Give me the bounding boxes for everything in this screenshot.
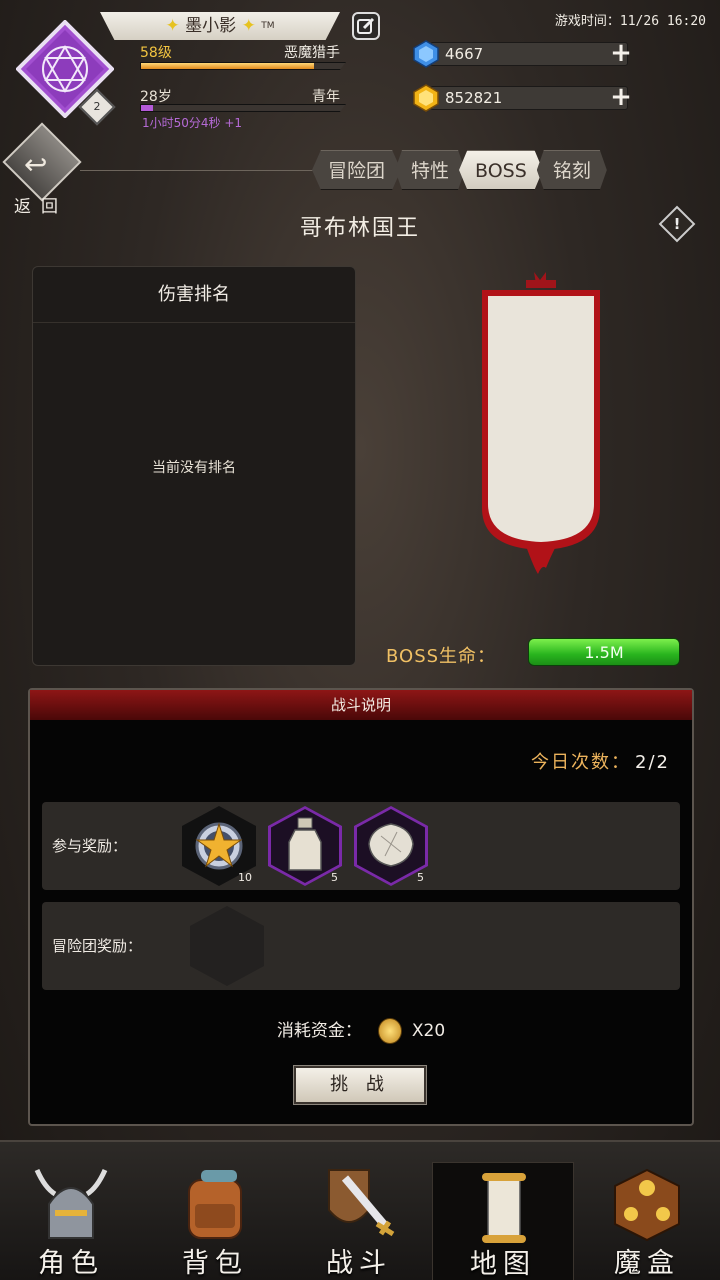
age-text: 28岁 (140, 89, 172, 105)
boss-name: 哥布林国王 (299, 216, 420, 241)
cost-row: 消耗资金： X20 (30, 1016, 692, 1044)
blue-gem-icon (413, 40, 439, 68)
exclamation-icon: ! (673, 215, 681, 233)
bottom-nav: 角色 背包 战斗 地图 魔盒 (0, 1140, 720, 1280)
participation-reward-row: 参与奖励： 10 5 5 (42, 802, 680, 890)
challenge-button[interactable]: 挑 战 (293, 1065, 427, 1105)
ranking-empty-text: 当前没有排名 (152, 460, 236, 476)
battle-panel: 战斗说明 今日次数： 2/2 参与奖励： 10 5 5 冒险团奖励： 消耗资金：… (28, 688, 694, 1126)
reward-item[interactable]: 5 (268, 806, 342, 886)
game-time: 游戏时间：11/26 16:20 (554, 14, 706, 29)
age-timer: 1小时50分4秒 +1 (142, 116, 243, 130)
pencil-icon (357, 17, 375, 34)
age-bar (140, 104, 346, 112)
tab-inscription[interactable]: 铭刻 (536, 150, 607, 190)
xp-bar (140, 62, 346, 70)
reward-item[interactable]: 5 (354, 806, 428, 886)
today-attempts: 今日次数： 2/2 (531, 748, 670, 774)
nav-backpack[interactable]: 背包 (144, 1160, 286, 1280)
participation-label: 参与奖励： (52, 837, 128, 855)
edit-name-button[interactable] (352, 12, 380, 40)
team-reward-label: 冒险团奖励： (52, 937, 143, 955)
reward-item[interactable]: 10 (182, 806, 256, 886)
nav-map[interactable]: 地图 (432, 1162, 574, 1280)
tab-bar: 冒险团 特性 BOSS 铭刻 (312, 150, 607, 190)
class-name: 恶魔猎手 (284, 45, 340, 61)
boss-banner-icon (482, 272, 600, 574)
age-stage: 青年 (312, 89, 340, 105)
player-name-plate: ✦ 墨小影 ✦ TM (100, 12, 340, 40)
nav-battle[interactable]: 战斗 (288, 1160, 430, 1280)
nav-magic-box-label: 魔盒 (614, 1248, 680, 1279)
nav-backpack-label: 背包 (182, 1248, 248, 1279)
cost-label: 消耗资金： (276, 1021, 362, 1041)
scroll-map-icon (482, 1173, 526, 1243)
add-gold-button[interactable]: + (610, 84, 632, 110)
potion-bottle-icon (288, 817, 322, 871)
today-value: 2/2 (635, 752, 670, 773)
helmet-icon (34, 1168, 108, 1239)
back-button[interactable]: ↩ 返回 (2, 122, 82, 217)
tab-divider (80, 170, 320, 171)
ranking-title: 伤害排名 (33, 267, 355, 323)
nav-map-label: 地图 (470, 1249, 536, 1280)
nav-battle-label: 战斗 (326, 1248, 392, 1279)
crystal-gem-icon (368, 823, 414, 867)
magic-box-icon (614, 1168, 680, 1242)
gold-gem-icon (413, 84, 439, 112)
empty-reward-slot (190, 906, 264, 986)
gold-count: 852821 (430, 86, 628, 110)
boss-life-label: BOSS生命： (386, 646, 497, 667)
sword-shield-icon (328, 1169, 395, 1237)
boss-life-bar: 1.5M (528, 638, 680, 666)
team-reward-row: 冒险团奖励： (42, 902, 680, 990)
backpack-icon (188, 1170, 242, 1239)
tab-adventure-team[interactable]: 冒险团 (312, 150, 402, 190)
today-label: 今日次数： (531, 752, 632, 773)
reward-count: 10 (238, 871, 252, 884)
star-medal-icon (195, 822, 243, 870)
add-gems-button[interactable]: + (610, 40, 632, 66)
reward-count: 5 (331, 871, 338, 884)
cost-value: X20 (411, 1021, 446, 1041)
gem-count: 4667 (430, 42, 628, 66)
trademark: TM (261, 21, 275, 31)
gem-resource: 4667 + (412, 40, 634, 68)
age-row: 28岁 青年 (140, 86, 340, 106)
level-text: 58级 (140, 45, 172, 61)
player-name: 墨小影 (185, 16, 237, 36)
nav-magic-box[interactable]: 魔盒 (576, 1160, 718, 1280)
nav-character-label: 角色 (38, 1248, 104, 1279)
tab-traits[interactable]: 特性 (395, 150, 466, 190)
damage-ranking-panel: 伤害排名 当前没有排名 (32, 266, 356, 666)
reward-count: 5 (417, 871, 424, 884)
gold-resource: 852821 + (412, 84, 634, 112)
return-arrow-icon: ↩ (24, 148, 48, 181)
nav-character[interactable]: 角色 (0, 1160, 142, 1280)
gold-coin-icon (377, 1018, 402, 1044)
level-row: 58级 恶魔猎手 (140, 42, 340, 62)
battle-title: 战斗说明 (30, 690, 692, 720)
tab-boss[interactable]: BOSS (459, 150, 543, 190)
